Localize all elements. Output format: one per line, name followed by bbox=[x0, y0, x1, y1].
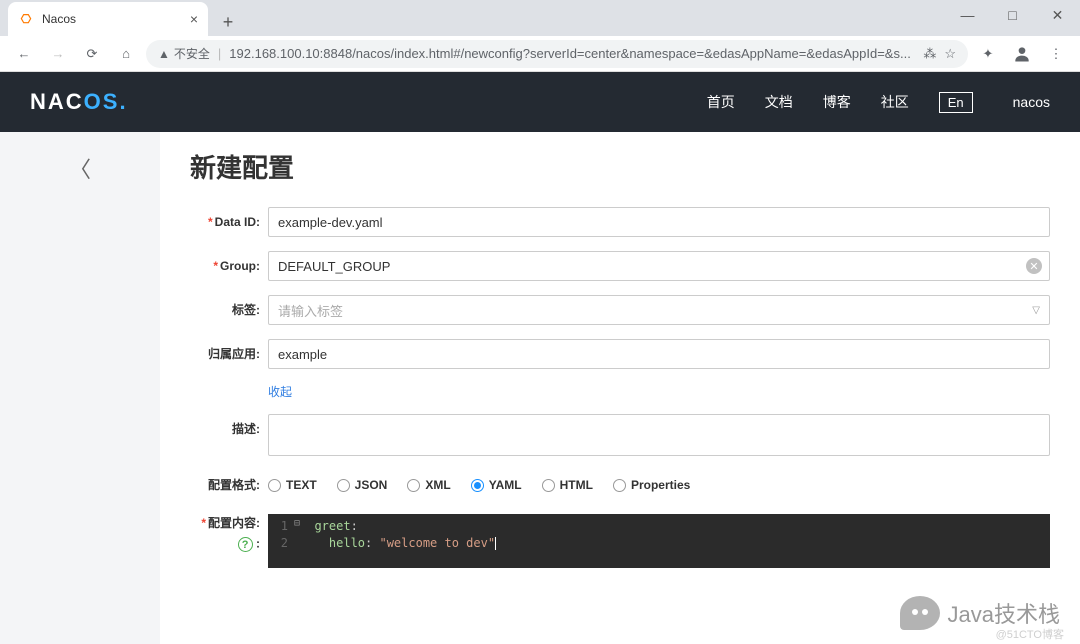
nacos-header: NACOS. 首页 文档 博客 社区 En nacos bbox=[0, 72, 1080, 132]
page-title: 新建配置 bbox=[190, 148, 1050, 185]
back-button[interactable]: ← bbox=[10, 40, 38, 68]
tags-placeholder: 请输入标签 bbox=[278, 301, 343, 320]
sidebar-collapse-strip: 〈 bbox=[0, 132, 160, 644]
main-content: 新建配置 *Data ID: *Group: ✕ 标签: 请输入标签 ▽ bbox=[160, 132, 1080, 644]
nacos-favicon-icon: ⎔ bbox=[18, 11, 34, 27]
editor-cursor bbox=[495, 537, 496, 550]
nav-docs[interactable]: 文档 bbox=[765, 92, 793, 112]
clear-group-icon[interactable]: ✕ bbox=[1026, 258, 1042, 274]
translate-icon[interactable]: ⁂ bbox=[923, 46, 936, 62]
maximize-button[interactable]: □ bbox=[990, 0, 1035, 30]
label-tags: 标签: bbox=[190, 295, 268, 325]
close-window-button[interactable]: ✕ bbox=[1035, 0, 1080, 30]
extensions-icon[interactable]: ✦ bbox=[974, 40, 1002, 68]
chevron-down-icon: ▽ bbox=[1032, 305, 1040, 316]
sidebar-back-icon[interactable]: 〈 bbox=[69, 152, 91, 644]
home-button[interactable]: ⌂ bbox=[112, 40, 140, 68]
group-input[interactable] bbox=[268, 251, 1050, 281]
warning-icon: ▲ bbox=[158, 47, 170, 61]
browser-tab-strip: ⎔ Nacos × + bbox=[0, 0, 1080, 36]
address-bar[interactable]: ▲ 不安全 | 192.168.100.10:8848/nacos/index.… bbox=[146, 40, 968, 68]
label-app: 归属应用: bbox=[190, 339, 268, 369]
app-input[interactable] bbox=[268, 339, 1050, 369]
nacos-nav: 首页 文档 博客 社区 En nacos bbox=[707, 92, 1050, 113]
user-name[interactable]: nacos bbox=[1013, 94, 1050, 110]
nacos-logo[interactable]: NACOS. bbox=[30, 89, 128, 115]
description-textarea[interactable] bbox=[268, 414, 1050, 456]
format-properties[interactable]: Properties bbox=[613, 478, 690, 492]
label-format: 配置格式: bbox=[190, 470, 268, 500]
format-text[interactable]: TEXT bbox=[268, 478, 317, 492]
reload-button[interactable]: ⟳ bbox=[78, 40, 106, 68]
bookmark-icon[interactable]: ☆ bbox=[944, 46, 956, 62]
minimize-button[interactable]: — bbox=[945, 0, 990, 30]
tab-close-icon[interactable]: × bbox=[190, 11, 198, 27]
profile-icon[interactable] bbox=[1008, 40, 1036, 68]
collapse-link[interactable]: 收起 bbox=[268, 385, 292, 399]
cto-watermark: @51CTO博客 bbox=[996, 626, 1064, 642]
label-desc: 描述: bbox=[190, 414, 268, 444]
forward-button[interactable]: → bbox=[44, 40, 72, 68]
format-xml[interactable]: XML bbox=[407, 478, 450, 492]
editor-gutter: 1 2 bbox=[268, 514, 294, 568]
label-content: *配置内容: bbox=[190, 514, 260, 531]
format-radio-group: TEXT JSON XML YAML HTML Properties bbox=[268, 478, 1050, 492]
insecure-badge: ▲ 不安全 bbox=[158, 45, 210, 62]
format-yaml[interactable]: YAML bbox=[471, 478, 522, 492]
format-html[interactable]: HTML bbox=[542, 478, 593, 492]
window-controls: — □ ✕ bbox=[945, 0, 1080, 30]
browser-toolbar: ← → ⟳ ⌂ ▲ 不安全 | 192.168.100.10:8848/naco… bbox=[0, 36, 1080, 72]
nav-community[interactable]: 社区 bbox=[881, 92, 909, 112]
tab-title: Nacos bbox=[42, 12, 182, 26]
label-data-id: *Data ID: bbox=[190, 207, 268, 237]
data-id-input[interactable] bbox=[268, 207, 1050, 237]
url-text: 192.168.100.10:8848/nacos/index.html#/ne… bbox=[229, 46, 915, 61]
label-group: *Group: bbox=[190, 251, 268, 281]
nav-blog[interactable]: 博客 bbox=[823, 92, 851, 112]
help-icon[interactable]: ? bbox=[238, 537, 253, 552]
browser-tab[interactable]: ⎔ Nacos × bbox=[8, 2, 208, 36]
tags-select[interactable]: 请输入标签 ▽ bbox=[268, 295, 1050, 325]
code-editor[interactable]: 1 2 ⊟ greet: hello: "welcome to dev" bbox=[268, 514, 1050, 568]
nav-home[interactable]: 首页 bbox=[707, 92, 735, 112]
insecure-label: 不安全 bbox=[174, 45, 210, 62]
format-json[interactable]: JSON bbox=[337, 478, 388, 492]
editor-content: greet: hello: "welcome to dev" bbox=[294, 514, 1050, 568]
new-tab-button[interactable]: + bbox=[214, 8, 242, 36]
language-toggle[interactable]: En bbox=[939, 92, 973, 113]
menu-icon[interactable]: ⋮ bbox=[1042, 40, 1070, 68]
